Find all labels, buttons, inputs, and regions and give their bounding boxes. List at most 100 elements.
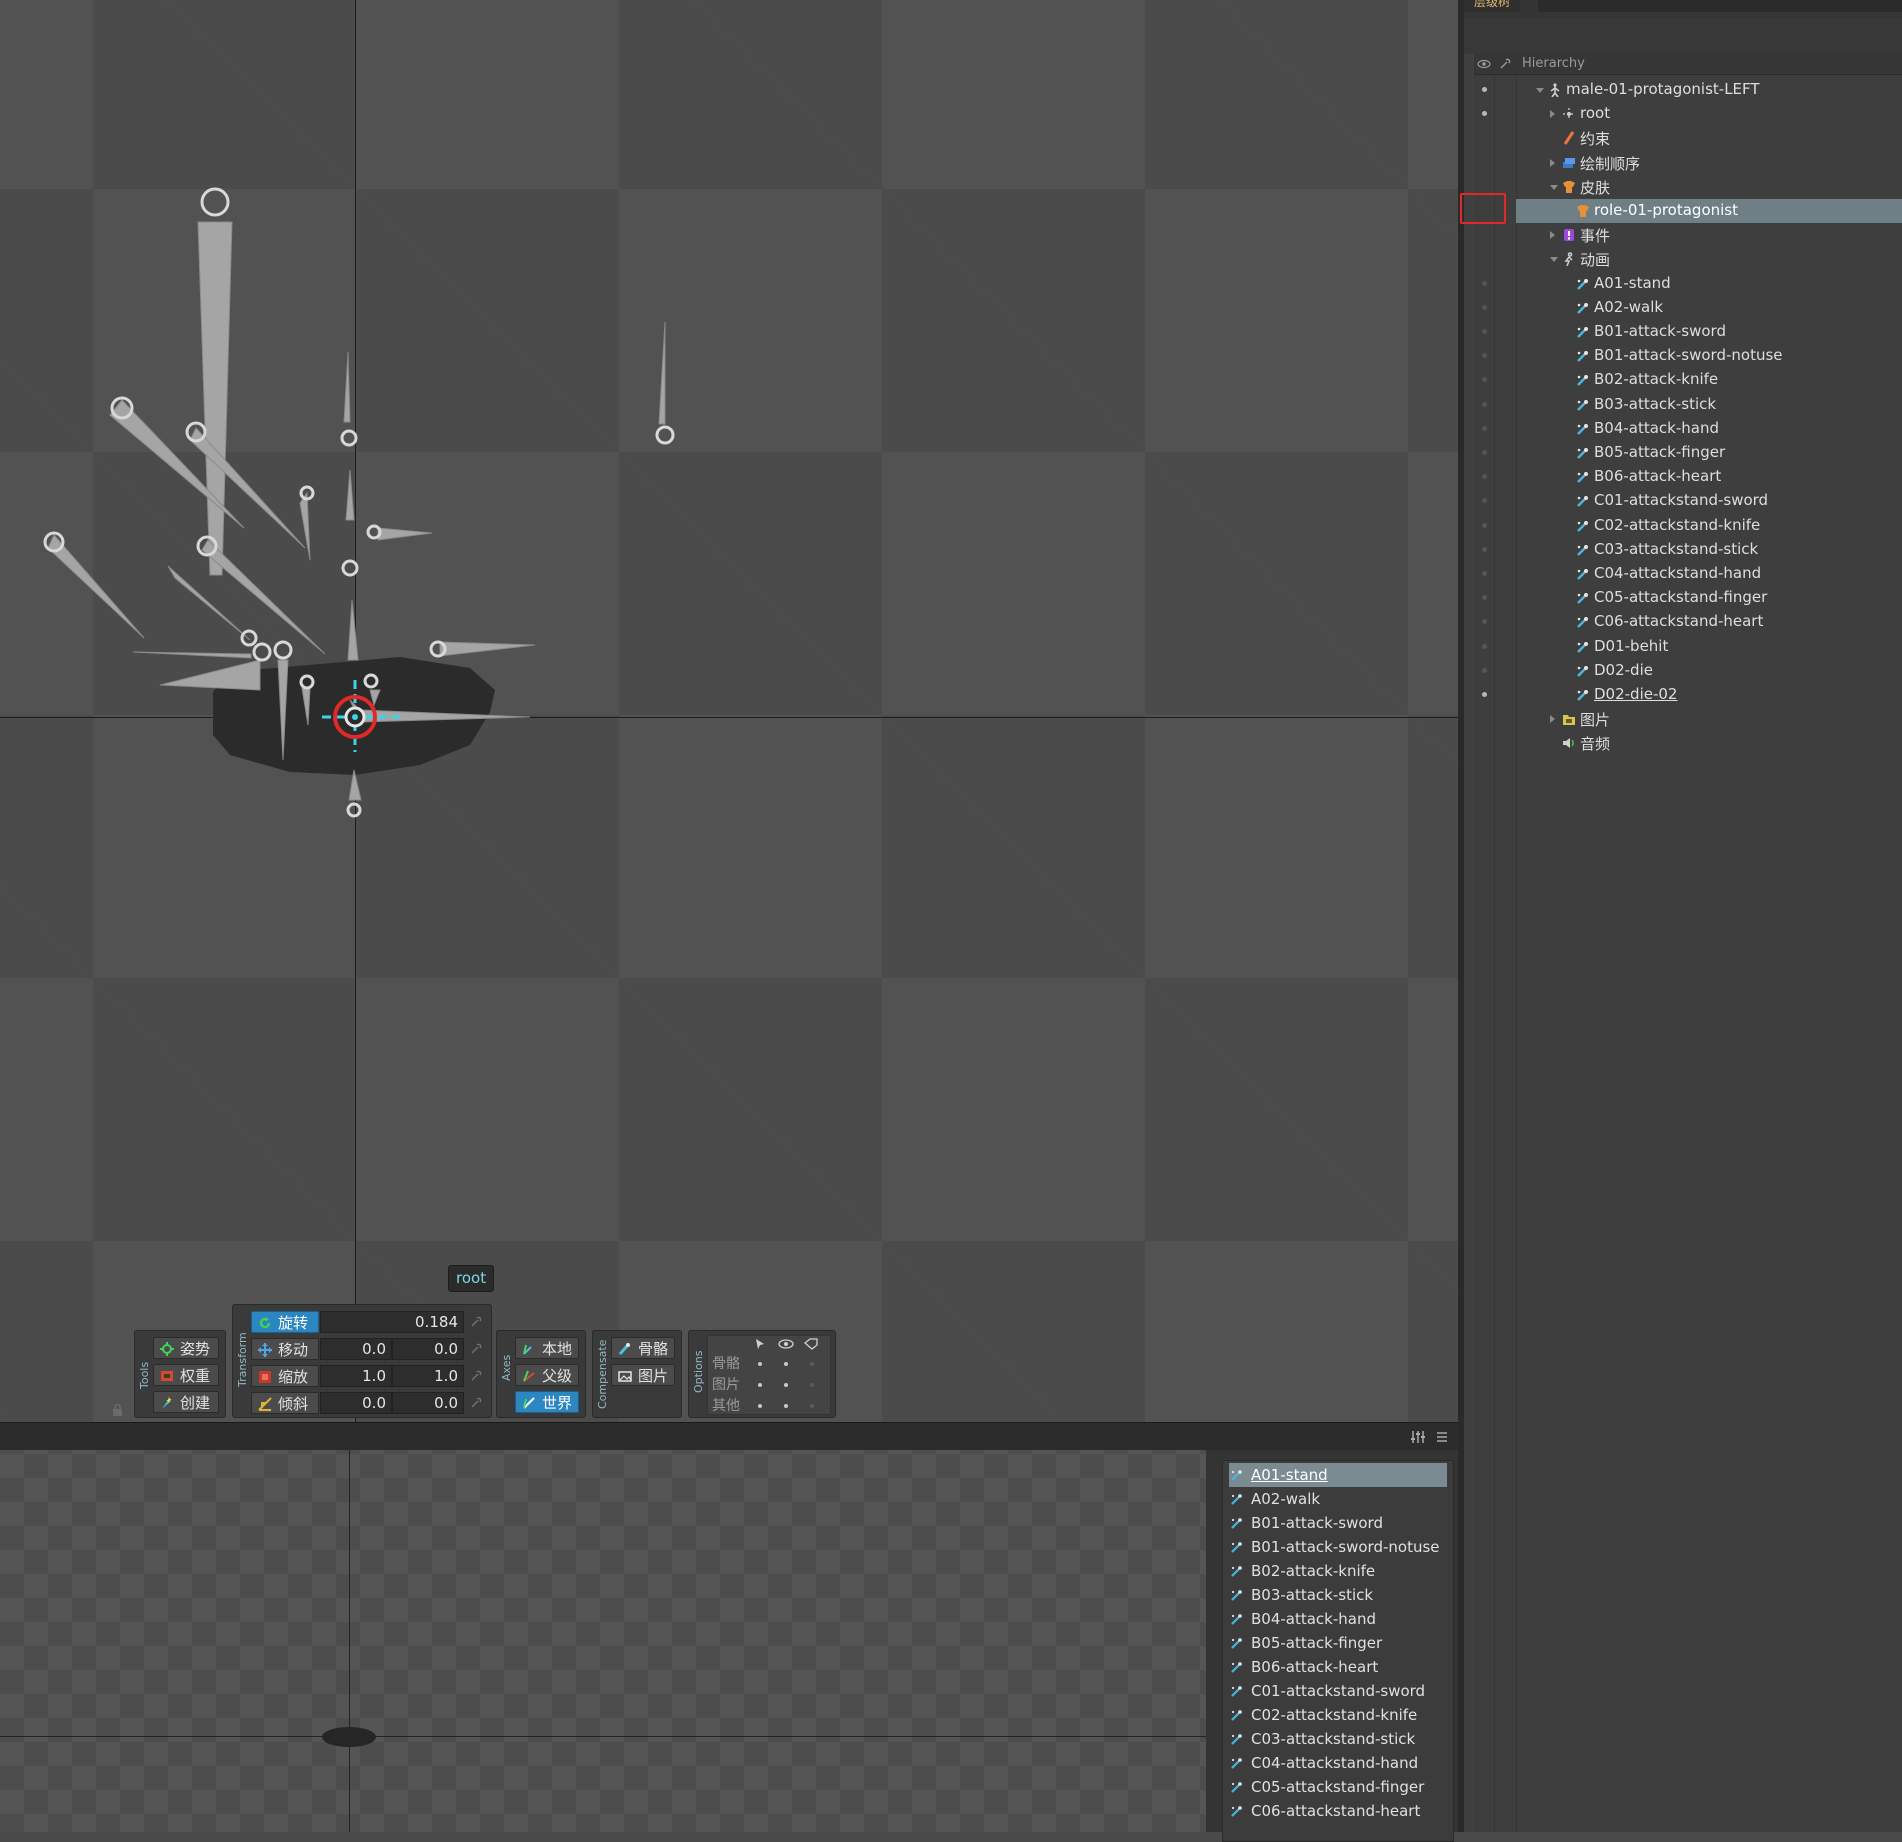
- animation-list-item[interactable]: B01-attack-sword-notuse: [1223, 1535, 1453, 1559]
- animation-list-item[interactable]: C03-attackstand-stick: [1223, 1727, 1453, 1751]
- axes-world-button[interactable]: 世界: [515, 1391, 579, 1413]
- tree-animation-item[interactable]: B02-attack-knife: [1474, 368, 1902, 392]
- tree-animation-item[interactable]: A02-walk: [1474, 296, 1902, 320]
- collapse-arrow-icon[interactable]: [1550, 184, 1558, 190]
- animation-list-item[interactable]: B02-attack-knife: [1223, 1559, 1453, 1583]
- tree-animations[interactable]: 动画: [1474, 247, 1902, 271]
- expand-arrow-icon[interactable]: [1550, 110, 1555, 119]
- tree-animation-item[interactable]: C04-attackstand-hand: [1474, 562, 1902, 586]
- option-toggle[interactable]: [784, 1362, 788, 1366]
- option-toggle[interactable]: [784, 1404, 788, 1408]
- animation-list-item[interactable]: B05-attack-finger: [1223, 1631, 1453, 1655]
- tree-skins[interactable]: 皮肤: [1474, 175, 1902, 199]
- option-toggle[interactable]: [810, 1404, 814, 1408]
- axes-parent-button[interactable]: 父级: [515, 1364, 579, 1386]
- animation-list-item[interactable]: C05-attackstand-finger: [1223, 1775, 1453, 1799]
- visibility-dot[interactable]: [1482, 425, 1487, 431]
- rotate-button[interactable]: 旋转: [251, 1311, 319, 1333]
- visibility-dot[interactable]: [1482, 692, 1487, 697]
- visibility-dot[interactable]: [1482, 522, 1487, 528]
- visibility-dot[interactable]: [1482, 87, 1487, 92]
- tree-audio[interactable]: 音频: [1474, 731, 1902, 755]
- tree-skin-item[interactable]: role-01-protagonist: [1474, 199, 1902, 223]
- translate-x-field[interactable]: 0.0: [320, 1338, 392, 1360]
- animation-preview-view[interactable]: [0, 1450, 1206, 1832]
- tree-animation-item[interactable]: B05-attack-finger: [1474, 441, 1902, 465]
- animation-list-item[interactable]: C02-attackstand-knife: [1223, 1703, 1453, 1727]
- skeleton-bones[interactable]: [0, 0, 1458, 1422]
- visibility-dot[interactable]: [1482, 450, 1487, 455]
- tree-skeleton[interactable]: male-01-protagonist-LEFT: [1474, 78, 1902, 102]
- expand-arrow-icon[interactable]: [1550, 715, 1555, 724]
- compensate-bones-button[interactable]: 骨骼: [611, 1337, 675, 1359]
- scale-button[interactable]: 缩放: [251, 1365, 319, 1387]
- tree-constraints[interactable]: 约束: [1474, 126, 1902, 150]
- sliders-icon[interactable]: [1410, 1430, 1426, 1444]
- option-toggle[interactable]: [810, 1383, 814, 1387]
- create-tool-button[interactable]: 创建: [153, 1391, 219, 1413]
- option-toggle[interactable]: [758, 1362, 762, 1366]
- expand-arrow-icon[interactable]: [1550, 158, 1555, 167]
- key-translate-icon[interactable]: [470, 1343, 482, 1355]
- option-toggle[interactable]: [758, 1383, 762, 1387]
- shear-button[interactable]: 倾斜: [251, 1392, 319, 1414]
- animation-list-item[interactable]: B03-attack-stick: [1223, 1583, 1453, 1607]
- visibility-dot[interactable]: [1482, 474, 1487, 480]
- collapse-arrow-icon[interactable]: [1536, 88, 1544, 93]
- lock-icon[interactable]: [112, 1404, 123, 1416]
- key-scale-icon[interactable]: [470, 1370, 482, 1382]
- option-toggle[interactable]: [784, 1383, 788, 1387]
- pose-tool-button[interactable]: 姿势: [153, 1337, 219, 1359]
- key-shear-icon[interactable]: [470, 1397, 482, 1409]
- translate-y-field[interactable]: 0.0: [392, 1338, 464, 1360]
- shear-y-field[interactable]: 0.0: [392, 1392, 464, 1414]
- animation-list-item[interactable]: B01-attack-sword: [1223, 1511, 1453, 1535]
- shear-x-field[interactable]: 0.0: [320, 1392, 392, 1414]
- scale-x-field[interactable]: 1.0: [320, 1365, 392, 1387]
- visibility-dot[interactable]: [1482, 643, 1487, 649]
- compensate-images-button[interactable]: 图片: [611, 1364, 675, 1386]
- visibility-dot[interactable]: [1482, 329, 1487, 334]
- visibility-dot[interactable]: [1482, 401, 1487, 407]
- menu-icon[interactable]: [1436, 1431, 1448, 1443]
- collapse-arrow-icon[interactable]: [1550, 257, 1558, 263]
- tree-events[interactable]: 事件: [1474, 223, 1902, 247]
- visibility-dot[interactable]: [1482, 619, 1487, 625]
- tree-animation-item[interactable]: C05-attackstand-finger: [1474, 586, 1902, 610]
- tree-animation-item[interactable]: C01-attackstand-sword: [1474, 489, 1902, 513]
- rotate-value-field[interactable]: 0.184: [320, 1311, 464, 1333]
- visibility-dot[interactable]: [1482, 280, 1487, 286]
- tree-animation-item[interactable]: B04-attack-hand: [1474, 417, 1902, 441]
- skeleton-viewport[interactable]: root Tools 姿势 权重 创建 Transform 旋转 0.184 移…: [0, 0, 1458, 1422]
- visibility-dot[interactable]: [1482, 304, 1487, 310]
- animation-list-item[interactable]: A01-stand: [1229, 1463, 1447, 1487]
- visibility-dot[interactable]: [1482, 571, 1487, 576]
- tree-animation-item[interactable]: A01-stand: [1474, 272, 1902, 296]
- tree-animation-item[interactable]: B03-attack-stick: [1474, 393, 1902, 417]
- tree-images[interactable]: 图片: [1474, 707, 1902, 731]
- tree-animation-item[interactable]: D01-behit: [1474, 635, 1902, 659]
- animation-list-item[interactable]: A02-walk: [1223, 1487, 1453, 1511]
- animation-list-item[interactable]: B06-attack-heart: [1223, 1655, 1453, 1679]
- visibility-dot[interactable]: [1482, 111, 1487, 117]
- tree-animation-item[interactable]: C03-attackstand-stick: [1474, 538, 1902, 562]
- animation-list-item[interactable]: C06-attackstand-heart: [1223, 1799, 1453, 1823]
- visibility-dot[interactable]: [1482, 353, 1487, 359]
- scale-y-field[interactable]: 1.0: [392, 1365, 464, 1387]
- axes-local-button[interactable]: 本地: [515, 1337, 579, 1359]
- option-toggle[interactable]: [810, 1362, 814, 1366]
- option-toggle[interactable]: [758, 1404, 762, 1408]
- visibility-dot[interactable]: [1482, 377, 1487, 383]
- weights-tool-button[interactable]: 权重: [153, 1364, 219, 1386]
- animation-list-item[interactable]: B04-attack-hand: [1223, 1607, 1453, 1631]
- tree-animation-item[interactable]: C02-attackstand-knife: [1474, 514, 1902, 538]
- tab-hierarchy[interactable]: 层级树: [1464, 0, 1521, 12]
- tree-animation-item[interactable]: D02-die-02: [1474, 683, 1902, 707]
- tree-animation-item[interactable]: B06-attack-heart: [1474, 465, 1902, 489]
- tree-draw-order[interactable]: 绘制顺序: [1474, 151, 1902, 175]
- tree-animation-item[interactable]: D02-die: [1474, 659, 1902, 683]
- visibility-dot[interactable]: [1482, 498, 1487, 504]
- expand-arrow-icon[interactable]: [1550, 231, 1555, 240]
- visibility-dot[interactable]: [1482, 667, 1487, 673]
- tree-animation-item[interactable]: B01-attack-sword-notuse: [1474, 344, 1902, 368]
